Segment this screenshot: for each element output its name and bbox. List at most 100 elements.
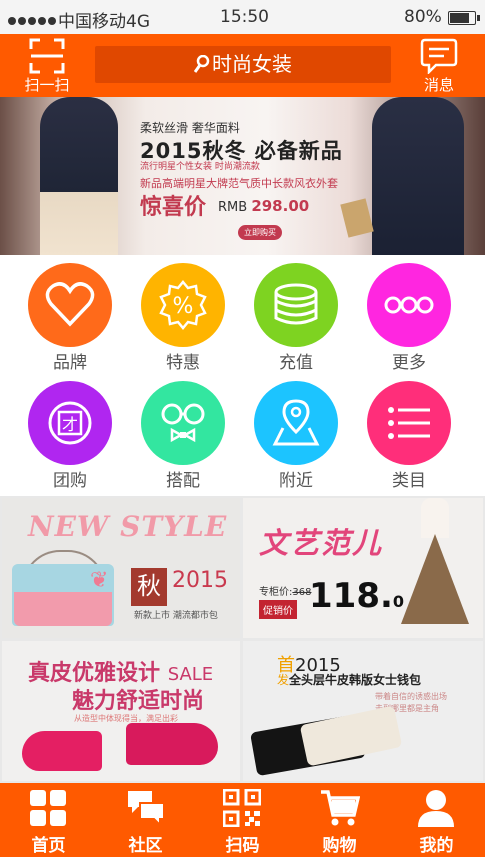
sale-price-integer: 118. <box>309 576 393 616</box>
promo-lead: 发 <box>277 673 290 687</box>
location-map-icon <box>272 399 320 446</box>
message-button[interactable]: 消息 <box>410 36 468 94</box>
bottom-tab-bar: 首页 社区 扫码 购物 我的 <box>0 783 485 857</box>
category-circle <box>141 381 225 465</box>
category-more[interactable]: 更多 <box>354 258 464 376</box>
carrier-label: 中国移动4G <box>58 12 150 32</box>
more-dots-icon <box>384 296 434 314</box>
promo-subtitle: 魅力舒适时尚 <box>72 689 205 714</box>
promo-tile-skirt[interactable]: 文艺范儿 专柜价:368 促销价 118.0 <box>243 498 483 638</box>
promo-title: NEW STYLE <box>28 510 228 543</box>
cart-icon <box>321 790 360 826</box>
tab-community[interactable]: 社区 <box>97 783 194 857</box>
banner-price-value: 298.00 <box>251 197 310 215</box>
promo-banner[interactable]: 柔软丝滑 奢华面料 2015秋冬 必备新品 流行明星个性女装 时尚潮流款 新品高… <box>0 97 485 255</box>
category-group-buy[interactable]: 才 团购 <box>15 376 125 494</box>
seal-stamp: 秋 <box>131 568 167 606</box>
category-label: 团购 <box>53 471 87 491</box>
tab-shopping[interactable]: 购物 <box>291 783 388 857</box>
category-label: 品牌 <box>53 353 87 373</box>
skirt-image <box>401 534 469 624</box>
category-circle <box>254 263 338 347</box>
promo-tile-wallet[interactable]: 首2015 发全头层牛皮韩版女士钱包 带着自信的诱惑出场 走到哪里都是主角 <box>243 641 483 781</box>
percent-badge-icon: % <box>159 280 207 330</box>
category-circle <box>28 263 112 347</box>
category-circle: 才 <box>28 381 112 465</box>
qr-code-icon <box>223 789 261 827</box>
promo-grid: NEW STYLE ❦ 秋 2015 新款上市 潮流都市包 文艺范儿 专柜价:3… <box>0 496 485 783</box>
promo-subtitle-text: 全头层牛皮韩版女士钱包 <box>289 673 422 687</box>
promo-tag: 促销价 <box>259 600 297 619</box>
handbag-image-base <box>14 592 112 626</box>
category-catalog[interactable]: 类目 <box>354 376 464 494</box>
heel-shoe-image <box>126 723 218 765</box>
promo-subtitle: 新款上市 潮流都市包 <box>134 611 218 621</box>
battery-percent: 80% <box>404 7 442 27</box>
top-bar: 扫一扫 时尚女装 消息 <box>0 34 485 97</box>
handbag-image <box>340 198 374 238</box>
category-label: 附近 <box>279 471 313 491</box>
category-label: 更多 <box>392 353 426 373</box>
list-icon <box>388 407 430 439</box>
tab-label: 我的 <box>419 836 454 856</box>
tab-scan-code[interactable]: 扫码 <box>194 783 291 857</box>
group-buy-icon: 才 <box>48 401 92 445</box>
category-nearby[interactable]: 附近 <box>241 376 351 494</box>
promo-subtitle: 发全头层牛皮韩版女士钱包 <box>277 671 421 688</box>
community-chat-icon <box>128 791 165 827</box>
message-icon <box>420 38 458 74</box>
banner-buy-button[interactable]: 立即购买 <box>238 225 282 240</box>
banner-currency: RMB <box>218 200 248 215</box>
banner-tagline: 柔软丝滑 奢华面料 <box>140 121 240 135</box>
banner-price-label: 惊喜价 <box>140 195 207 220</box>
tab-home[interactable]: 首页 <box>0 783 97 857</box>
category-label: 类目 <box>392 471 426 491</box>
promo-tile-handbag[interactable]: NEW STYLE ❦ 秋 2015 新款上市 潮流都市包 <box>2 498 240 638</box>
category-label: 充值 <box>279 353 313 373</box>
sale-price: 118.0 <box>309 576 404 616</box>
banner-price: RMB 298.00 <box>218 197 309 215</box>
promo-title: 文艺范儿 <box>259 526 384 560</box>
glasses-bowtie-icon <box>161 403 205 443</box>
tab-profile[interactable]: 我的 <box>388 783 485 857</box>
model-top-image <box>421 498 449 538</box>
coins-icon <box>274 283 318 325</box>
svg-text:%: % <box>173 294 194 319</box>
home-grid-icon <box>30 790 66 826</box>
search-text: 时尚女装 <box>212 52 292 76</box>
wallet-image <box>299 705 403 767</box>
scan-label: 扫一扫 <box>24 76 70 94</box>
banner-subline: 流行明星个性女装 时尚潮流款 <box>140 162 260 172</box>
category-outfit[interactable]: 搭配 <box>128 376 238 494</box>
tab-label: 社区 <box>128 836 163 856</box>
original-price: 专柜价:368 <box>259 583 311 598</box>
promo-tile-shoes[interactable]: 真皮优雅设计 SALE 魅力舒适时尚 从造型中体现得当，满足出彩 <box>2 641 240 781</box>
category-recharge[interactable]: 充值 <box>241 258 351 376</box>
category-label: 特惠 <box>166 353 200 373</box>
promo-note-line: 带着自信的诱惑出场 <box>375 692 447 701</box>
signal-dots-icon <box>8 10 58 30</box>
category-circle <box>254 381 338 465</box>
bow-icon: ❦ <box>90 568 109 593</box>
original-price-label: 专柜价: <box>259 587 293 598</box>
category-sale[interactable]: % 特惠 <box>128 258 238 376</box>
model-image-left <box>40 97 118 255</box>
search-icon <box>193 54 210 73</box>
search-bar[interactable]: 时尚女装 <box>95 46 391 83</box>
message-label: 消息 <box>423 76 454 94</box>
clock: 15:50 <box>220 7 269 27</box>
tab-label: 扫码 <box>225 836 260 856</box>
category-brand[interactable]: 品牌 <box>15 258 125 376</box>
category-circle <box>367 381 451 465</box>
heart-icon <box>45 282 95 327</box>
battery-icon <box>448 11 480 25</box>
status-bar: 中国移动4G 15:50 80% <box>0 0 485 34</box>
heel-shoe-image <box>22 731 102 771</box>
profile-icon <box>418 790 454 827</box>
svg-text:才: 才 <box>62 415 78 434</box>
sale-label: SALE <box>167 664 214 685</box>
category-circle <box>367 263 451 347</box>
scan-icon <box>29 38 65 74</box>
scan-button[interactable]: 扫一扫 <box>18 36 76 94</box>
tab-label: 首页 <box>31 836 66 856</box>
